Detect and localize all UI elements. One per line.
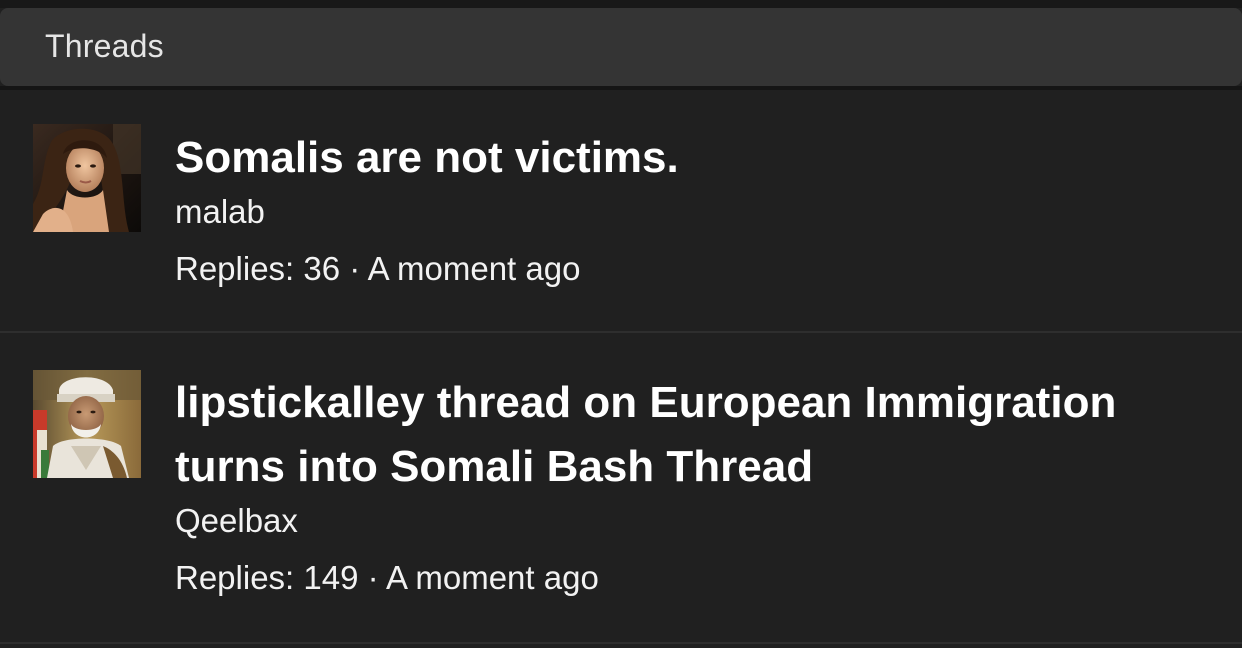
thread-content: lipstickalley thread on European Immigra… [175, 377, 1212, 598]
section-title: Threads [45, 27, 164, 64]
avatar-man-image [33, 370, 141, 478]
thread-meta: Replies: 149 · A moment ago [175, 558, 1212, 598]
thread-meta: Replies: 36 · A moment ago [175, 249, 1212, 289]
thread-title[interactable]: Somalis are not victims. [175, 126, 1212, 190]
replies-label: Replies: [175, 559, 295, 596]
thread-author[interactable]: Qeelbax [175, 501, 1212, 541]
threads-panel: Threads Somalis are not victims. malab R… [0, 0, 1242, 648]
thread-item[interactable]: lipstickalley thread on European Immigra… [0, 333, 1242, 644]
replies-label: Replies: [175, 250, 295, 287]
top-edge [0, 0, 1242, 8]
avatar-woman-image [33, 124, 141, 232]
avatar[interactable] [33, 124, 141, 232]
replies-count: 36 [303, 250, 341, 287]
section-header: Threads [0, 8, 1242, 86]
meta-separator: · [349, 250, 361, 287]
thread-time: A moment ago [386, 559, 599, 596]
thread-title[interactable]: lipstickalley thread on European Immigra… [175, 371, 1212, 499]
thread-list: Somalis are not victims. malab Replies: … [0, 90, 1242, 644]
avatar[interactable] [33, 370, 141, 478]
replies-count: 149 [303, 559, 359, 596]
meta-separator: · [367, 559, 379, 596]
thread-content: Somalis are not victims. malab Replies: … [175, 132, 1212, 289]
thread-author[interactable]: malab [175, 192, 1212, 232]
thread-item[interactable]: Somalis are not victims. malab Replies: … [0, 90, 1242, 333]
thread-time: A moment ago [367, 250, 581, 287]
